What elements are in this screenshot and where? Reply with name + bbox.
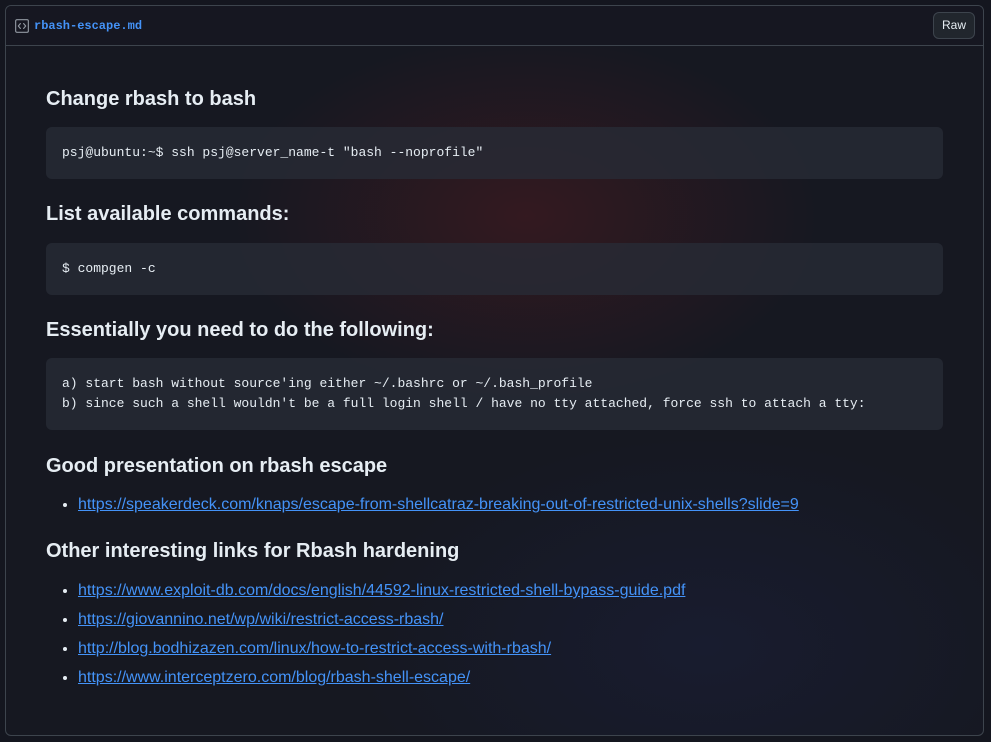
- file-name-link[interactable]: rbash-escape.md: [34, 19, 142, 33]
- code-block: psj@ubuntu:~$ ssh psj@server_name-t "bas…: [46, 127, 943, 179]
- bodhizazen-link[interactable]: http://blog.bodhizazen.com/linux/how-to-…: [78, 640, 551, 657]
- interceptzero-link[interactable]: https://www.interceptzero.com/blog/rbash…: [78, 669, 470, 686]
- list-item: http://blog.bodhizazen.com/linux/how-to-…: [78, 639, 943, 659]
- list-item: https://giovannino.net/wp/wiki/restrict-…: [78, 610, 943, 630]
- link-list: https://www.exploit-db.com/docs/english/…: [46, 581, 943, 688]
- code-icon: [15, 18, 29, 33]
- raw-button[interactable]: Raw: [932, 12, 975, 39]
- section-heading: Change rbash to bash: [46, 88, 257, 110]
- section-heading: Good presentation on rbash escape: [46, 455, 388, 477]
- file-header: rbash-escape.md Raw: [6, 6, 983, 46]
- markdown-body: Change rbash to bash psj@ubuntu:~$ ssh p…: [6, 46, 983, 688]
- giovannino-link[interactable]: https://giovannino.net/wp/wiki/restrict-…: [78, 611, 443, 628]
- presentation-link[interactable]: https://speakerdeck.com/knaps/escape-fro…: [78, 496, 799, 513]
- exploit-db-link[interactable]: https://www.exploit-db.com/docs/english/…: [78, 582, 685, 599]
- code-block: $ compgen -c: [46, 243, 943, 295]
- file-title: rbash-escape.md: [15, 19, 142, 33]
- section-heading: List available commands:: [46, 203, 290, 225]
- section-heading: Other interesting links for Rbash harden…: [46, 540, 460, 562]
- list-item: https://www.interceptzero.com/blog/rbash…: [78, 668, 943, 688]
- list-item: https://speakerdeck.com/knaps/escape-fro…: [78, 495, 943, 515]
- list-item: https://www.exploit-db.com/docs/english/…: [78, 581, 943, 601]
- gist-file-panel: rbash-escape.md Raw Change rbash to bash…: [5, 5, 984, 736]
- section-heading: Essentially you need to do the following…: [46, 319, 434, 341]
- code-block: a) start bash without source'ing either …: [46, 358, 943, 430]
- link-list: https://speakerdeck.com/knaps/escape-fro…: [46, 495, 943, 515]
